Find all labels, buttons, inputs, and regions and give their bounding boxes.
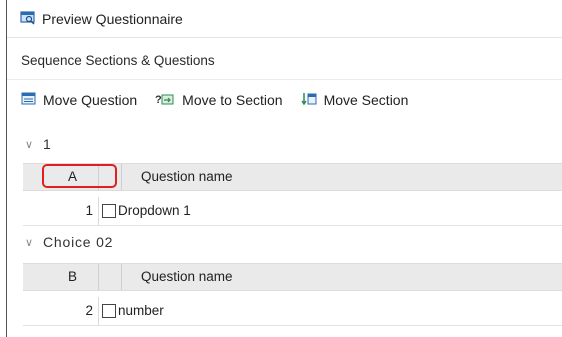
- move-section-icon: [300, 92, 317, 109]
- question-name: number: [118, 303, 164, 318]
- divider: [7, 37, 562, 38]
- move-question-button[interactable]: Move Question: [21, 92, 137, 108]
- divider: [7, 79, 562, 80]
- column-divider[interactable]: [121, 164, 122, 190]
- section-name: Choice 02: [43, 234, 114, 250]
- column-header-question-name[interactable]: Question name: [141, 264, 233, 290]
- question-name: Dropdown 1: [118, 203, 191, 218]
- column-divider[interactable]: [98, 264, 99, 290]
- row-checkbox[interactable]: [102, 204, 116, 218]
- window-title-bar: Preview Questionnaire: [20, 8, 183, 30]
- window-title: Preview Questionnaire: [42, 11, 183, 27]
- move-question-label: Move Question: [43, 92, 138, 108]
- section-name: 1: [43, 136, 51, 152]
- column-divider: [98, 197, 99, 225]
- highlight-annotation: [42, 164, 117, 188]
- table-row[interactable]: 1 Dropdown 1: [23, 197, 562, 226]
- row-number: 2: [85, 303, 93, 318]
- row-checkbox[interactable]: [102, 304, 116, 318]
- svg-text:?: ?: [155, 94, 162, 106]
- column-divider[interactable]: [121, 264, 122, 290]
- chevron-down-icon[interactable]: ∨: [25, 138, 39, 151]
- move-section-button[interactable]: Move Section: [300, 92, 409, 109]
- move-to-section-icon: ?: [155, 92, 175, 109]
- section-subtitle: Sequence Sections & Questions: [21, 50, 215, 70]
- subtitle-text: Sequence Sections & Questions: [21, 52, 215, 68]
- move-question-icon: [21, 92, 36, 108]
- chevron-down-icon[interactable]: ∨: [25, 236, 39, 249]
- table-row[interactable]: 2 number: [23, 297, 562, 326]
- grid-header: B Question name: [23, 263, 562, 291]
- move-section-label: Move Section: [323, 92, 409, 108]
- move-to-section-button[interactable]: ? Move to Section: [155, 92, 282, 109]
- section-header-1[interactable]: ∨ 1: [25, 134, 51, 154]
- move-to-section-label: Move to Section: [182, 92, 283, 108]
- section-header-2[interactable]: ∨ Choice 02: [25, 232, 113, 252]
- column-header-letter[interactable]: B: [23, 264, 98, 290]
- preview-icon: [20, 10, 36, 28]
- column-divider: [98, 297, 99, 325]
- toolbar: Move Question ? Move to Section Move Sec…: [21, 89, 426, 111]
- column-header-question-name[interactable]: Question name: [141, 164, 233, 190]
- row-number: 1: [85, 203, 93, 218]
